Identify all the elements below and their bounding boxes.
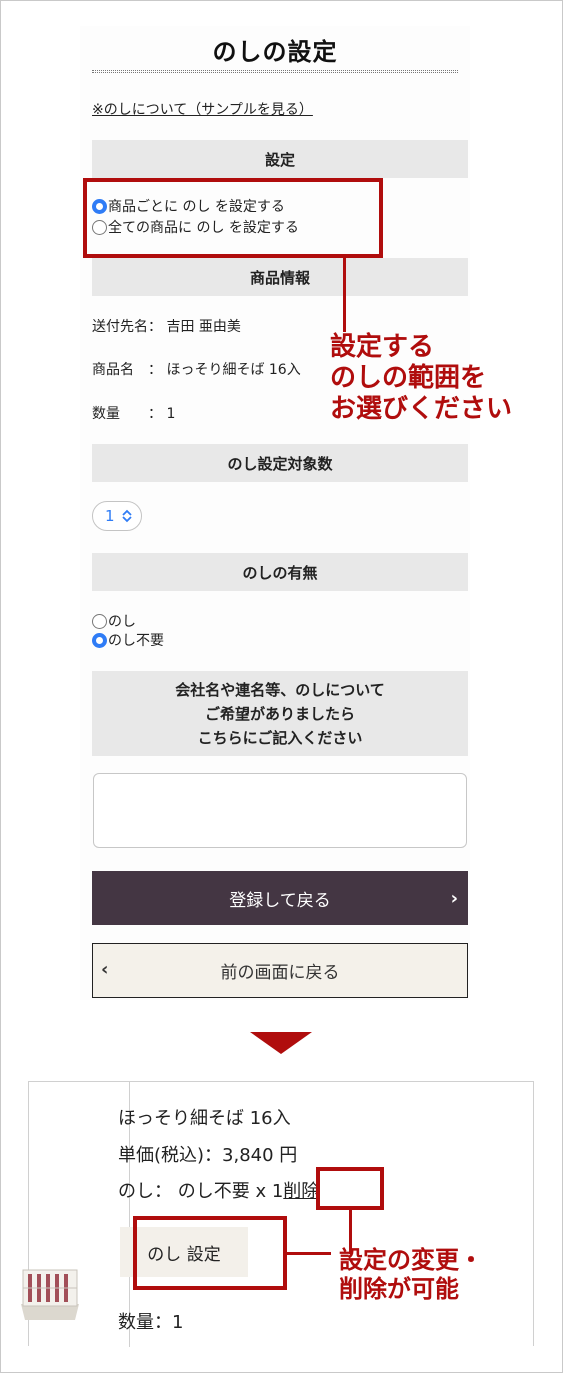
callout-line: 削除が可能	[339, 1274, 459, 1303]
cart-unit-price: 単価(税込)：3,840 円	[118, 1145, 298, 1166]
comment-header-line: ご希望がありましたら	[204, 704, 355, 723]
callout-connector-line	[287, 1252, 331, 1255]
comment-section-header: 会社名や連名等、のしについて ご希望がありましたら こちらにご記入ください	[92, 671, 468, 756]
delete-noshi-link[interactable]: 削除	[283, 1181, 319, 1202]
noshi-button-highlight-box	[133, 1216, 287, 1290]
change-callout: 設定の変更・ 削除が可能	[339, 1246, 483, 1304]
target-count-select[interactable]: 1	[92, 501, 142, 531]
delete-highlight-box	[316, 1167, 384, 1210]
callout-line: 設定の変更・	[339, 1246, 483, 1274]
down-arrow-icon	[250, 1032, 312, 1054]
scope-callout: 設定する のしの範囲を お選びください	[330, 332, 512, 426]
radio-label: のし	[108, 614, 136, 630]
noshi-sample-link[interactable]: ※のしについて（サンプルを見る）	[92, 99, 313, 119]
radio-button[interactable]	[92, 613, 107, 629]
radio-label: のし不要	[108, 633, 164, 649]
back-to-previous-button[interactable]: ‹ 前の画面に戻る	[92, 943, 468, 998]
title-divider	[92, 70, 458, 73]
radio-noshi[interactable]: のし	[92, 611, 136, 631]
chevron-right-icon: ›	[450, 888, 458, 909]
product-name: 商品名 ： ほっそり細そば 16入	[92, 362, 301, 378]
callout-line: のしの範囲を	[330, 363, 487, 394]
button-label: 前の画面に戻る	[220, 963, 340, 983]
select-value: 1	[105, 507, 115, 525]
callout-connector-line	[343, 258, 346, 332]
comment-header-line: こちらにご記入ください	[197, 728, 363, 747]
cart-noshi-status: のし： のし不要 x 1削除	[118, 1177, 319, 1203]
product-image	[21, 1269, 79, 1320]
product-info-header: 商品情報	[92, 258, 468, 296]
chevron-up-down-icon	[121, 509, 132, 523]
product-quantity: 数量 ： 1	[92, 406, 176, 422]
cart-quantity: 数量：1	[118, 1312, 184, 1333]
page-title: のしの設定	[212, 37, 338, 66]
callout-line: 設定する	[330, 332, 435, 362]
setting-section-header: 設定	[92, 140, 468, 178]
noshi-status-text: のし： のし不要 x 1	[118, 1181, 284, 1202]
button-label: 登録して戻る	[229, 890, 331, 911]
register-and-return-button[interactable]: 登録して戻る ›	[92, 871, 468, 925]
radio-button-selected[interactable]	[92, 632, 107, 648]
noshi-settings-panel: のしの設定 ※のしについて（サンプルを見る） 設定 商品ごとに のし を設定する…	[80, 26, 470, 1000]
chevron-left-icon: ‹	[101, 959, 109, 980]
target-count-header: のし設定対象数	[92, 444, 468, 482]
comment-textarea[interactable]	[93, 773, 467, 848]
noshi-presence-header: のしの有無	[92, 553, 468, 591]
recipient-name: 送付先名： 吉田 亜由美	[92, 319, 241, 335]
comment-header-line: 会社名や連名等、のしについて	[175, 680, 385, 699]
cart-product-name: ほっそり細そば 16入	[118, 1108, 291, 1129]
radio-noshi-unneeded[interactable]: のし不要	[92, 630, 164, 650]
scope-highlight-box	[83, 178, 383, 258]
callout-line: お選びください	[330, 394, 513, 425]
